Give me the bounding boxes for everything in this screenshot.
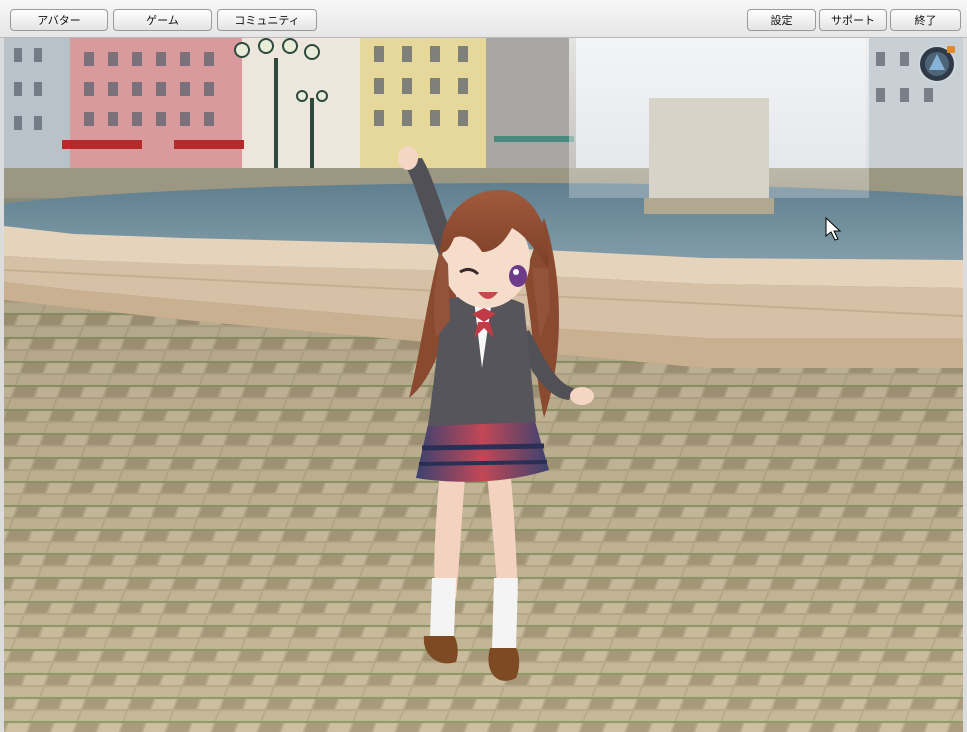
game-scene	[4, 38, 963, 732]
fountain-spray	[569, 38, 869, 214]
support-button[interactable]: サポート	[819, 9, 887, 31]
game-viewport[interactable]	[4, 38, 963, 732]
settings-button[interactable]: 設定	[747, 9, 816, 31]
avatar-menu-button[interactable]: アバター	[10, 9, 108, 31]
exit-button[interactable]: 終了	[890, 9, 961, 31]
top-toolbar: アバター ゲーム コミュニティ 設定 サポート 終了	[0, 0, 967, 38]
game-menu-button[interactable]: ゲーム	[113, 9, 212, 31]
compass-icon[interactable]	[917, 44, 957, 84]
community-menu-button[interactable]: コミュニティ	[217, 9, 317, 31]
